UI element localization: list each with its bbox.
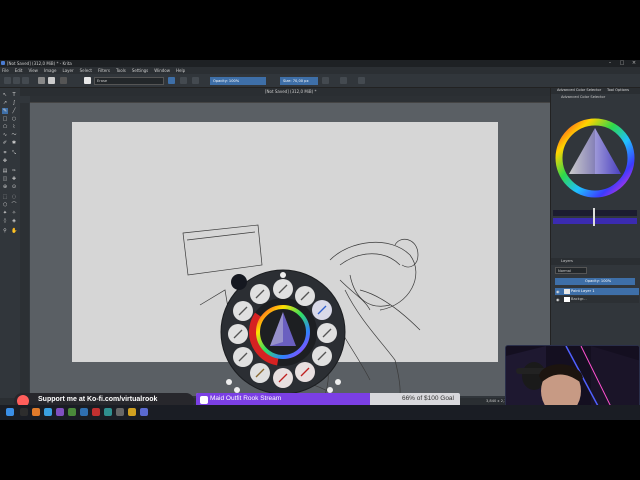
app-icon-3[interactable]: [92, 408, 100, 416]
color-selector[interactable]: [551, 100, 640, 260]
layer-thumbnail: [564, 289, 570, 294]
app-icon-4[interactable]: [104, 408, 112, 416]
visibility-icon[interactable]: ◉: [556, 296, 560, 303]
app-icon-7[interactable]: [140, 408, 148, 416]
kofi-text: Support me at Ko-fi.com/virtualrook: [38, 396, 158, 403]
layer-thumbnail: [564, 297, 570, 302]
visibility-icon[interactable]: ◉: [556, 288, 560, 295]
tab-advanced-color-selector[interactable]: Advanced Color Selector: [557, 88, 601, 92]
app-icon-5[interactable]: [116, 408, 124, 416]
screen-area: [Not Saved] (312,0 MiB) * - Krita – □ × …: [0, 60, 640, 420]
windows-taskbar: [0, 405, 640, 420]
krita-taskbar-icon[interactable]: [56, 408, 64, 416]
palette-settings-icon: [226, 379, 232, 385]
palette-next-icon: [335, 379, 341, 385]
layer-name: Backgr...: [571, 297, 587, 301]
tab-tool-options[interactable]: Tool Options: [607, 88, 629, 92]
app-icon-2[interactable]: [80, 408, 88, 416]
acs-title: Advanced Color Selector: [561, 95, 606, 99]
goal-icon: [200, 396, 208, 404]
file-explorer-icon[interactable]: [32, 408, 40, 416]
start-icon[interactable]: [6, 408, 14, 416]
layer-opacity[interactable]: Opacity: 100%: [555, 278, 635, 285]
right-docker: Advanced Color Selector Tool Options Adv…: [550, 88, 640, 388]
layer-name: Paint Layer 1: [571, 289, 595, 293]
layer-blend-mode[interactable]: Normal: [555, 267, 587, 274]
app-icon[interactable]: [68, 408, 76, 416]
layers-header: Layers: [551, 258, 640, 265]
palette-top-handle: [280, 272, 286, 278]
layers-title: Layers: [561, 259, 573, 263]
layer-row-paint[interactable]: ◉ Paint Layer 1: [555, 288, 639, 295]
foreground-color-swatch: [231, 274, 247, 290]
goal-percent: 66% of $100 Goal: [401, 395, 454, 402]
browser-icon[interactable]: [44, 408, 52, 416]
goal-title: Maid Outfit Rook Stream: [210, 395, 282, 402]
docker-tabs: Advanced Color Selector Tool Options: [551, 88, 640, 94]
color-value-cursor: [593, 208, 595, 226]
layer-row-background[interactable]: ◉ Backgr...: [555, 296, 639, 303]
app-icon-6[interactable]: [128, 408, 136, 416]
search-icon[interactable]: [20, 408, 28, 416]
